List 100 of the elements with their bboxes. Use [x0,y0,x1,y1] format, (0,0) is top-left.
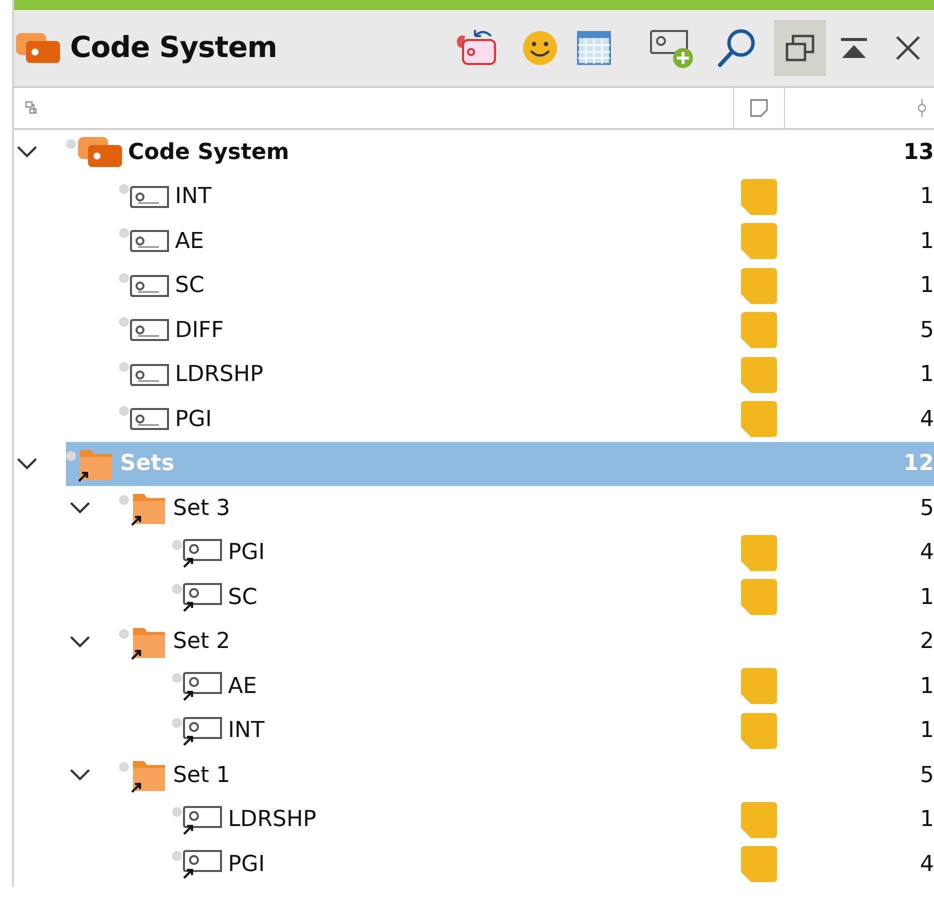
count-label: 1 [919,806,934,834]
collapse-chevron-icon[interactable] [69,768,91,782]
status-dot [119,184,129,194]
code-icon [129,274,171,298]
status-dot [119,762,129,772]
tree-row[interactable]: LDRSHP 1 [119,352,934,397]
memo-icon[interactable] [741,312,777,348]
tree-row[interactable]: Set 3 5 [119,486,934,530]
smiley-icon [520,28,560,68]
collapse-icon [839,36,869,60]
tree-item-label: LDRSHP [228,806,316,834]
tree-row[interactable]: Code System 13 [66,130,934,174]
count-label: 5 [919,316,934,345]
tree-row[interactable]: PGI 4 [172,530,934,575]
code-link-icon [182,538,224,568]
count-label: 1 [919,272,934,300]
tree-row[interactable]: PGI 4 [172,842,934,886]
undock-icon [784,33,816,63]
count-label: 5 [919,762,934,790]
collapse-chevron-icon[interactable] [69,501,91,516]
tree-row[interactable]: AE 1 [119,219,934,264]
memo-icon[interactable] [741,268,777,304]
tree-item-label: Set 3 [173,494,230,523]
tree-row[interactable]: LDRSHP 1 [172,798,934,842]
tree-structure-icon[interactable] [24,100,38,116]
count-label: 5 [919,494,934,523]
tree-item-label: INT [228,717,264,746]
tree-row[interactable]: AE 1 [172,664,934,708]
memo-icon[interactable] [741,178,777,215]
status-dot [172,540,182,550]
memo-icon[interactable] [741,401,777,438]
status-dot [119,406,129,416]
table-icon [576,30,612,66]
code-system-icon [76,135,124,170]
tree-item-label: PGI [175,406,212,434]
panel-title: Code System [70,29,278,66]
memo-icon[interactable] [741,802,777,838]
code-link-icon [182,582,224,612]
tree-row[interactable]: SC 1 [172,575,934,620]
add-code-icon [649,27,695,69]
tree-item-label: Code System [128,138,290,167]
count-label: 1 [919,183,934,212]
count-label: 12 [902,450,934,478]
tree-item-label: SC [175,272,204,300]
count-label: 4 [919,539,934,568]
status-dot [172,806,182,816]
tree-row[interactable]: PGI 4 [119,397,934,442]
tree-row[interactable]: Set 1 5 [119,753,934,798]
collapse-chevron-icon[interactable] [16,145,38,160]
status-dot [172,673,182,683]
memo-icon[interactable] [741,846,777,882]
memo-icon[interactable] [741,534,777,571]
status-dot [119,628,129,638]
collapse-chevron-icon[interactable] [69,634,91,649]
memo-icon[interactable] [741,356,777,393]
code-link-icon [182,716,224,746]
tree-row[interactable]: DIFF 5 [119,308,934,352]
memo-column-icon[interactable] [749,98,769,118]
code-link-icon [182,849,224,880]
sort-icon[interactable] [916,98,928,118]
code-icon [129,318,171,342]
count-label: 1 [919,584,934,612]
search-icon [715,27,757,69]
collapse-chevron-icon[interactable] [16,456,38,471]
tree-row[interactable]: INT 1 [119,174,934,219]
count-label: 1 [919,672,934,701]
status-dot [66,450,76,460]
memo-icon[interactable] [741,712,777,749]
status-dot [119,362,129,372]
status-dot [119,495,129,505]
undock-button[interactable] [774,20,826,76]
tree-item-label: Set 1 [173,762,230,790]
status-dot [66,139,76,149]
code-link-icon [182,671,224,702]
tree-item-label: LDRSHP [175,361,264,390]
memo-icon[interactable] [741,668,777,704]
code-system-icon [14,31,62,65]
code-icon [129,362,171,387]
tree-row[interactable]: Set 2 2 [119,620,934,664]
memo-icon[interactable] [741,223,777,260]
tree-row[interactable]: INT 1 [172,708,934,753]
count-label: 13 [902,138,934,167]
count-label: 1 [919,717,934,746]
code-link-icon [182,804,224,835]
tree-item-label: Sets [120,450,174,478]
tree-item-label: Set 2 [173,628,230,656]
status-dot [172,584,182,594]
code-icon [129,229,171,254]
code-icon [129,184,171,209]
code-icon [129,407,171,432]
count-label: 4 [919,406,934,434]
count-label: 4 [919,850,934,879]
tree-row[interactable]: SC 1 [119,264,934,308]
count-label: 2 [919,628,934,656]
status-dot [119,272,129,282]
tree-item-label: AE [175,228,204,256]
status-dot [172,718,182,728]
tree-item-label: SC [228,584,258,612]
memo-icon[interactable] [741,579,777,616]
count-label: 1 [919,361,934,390]
